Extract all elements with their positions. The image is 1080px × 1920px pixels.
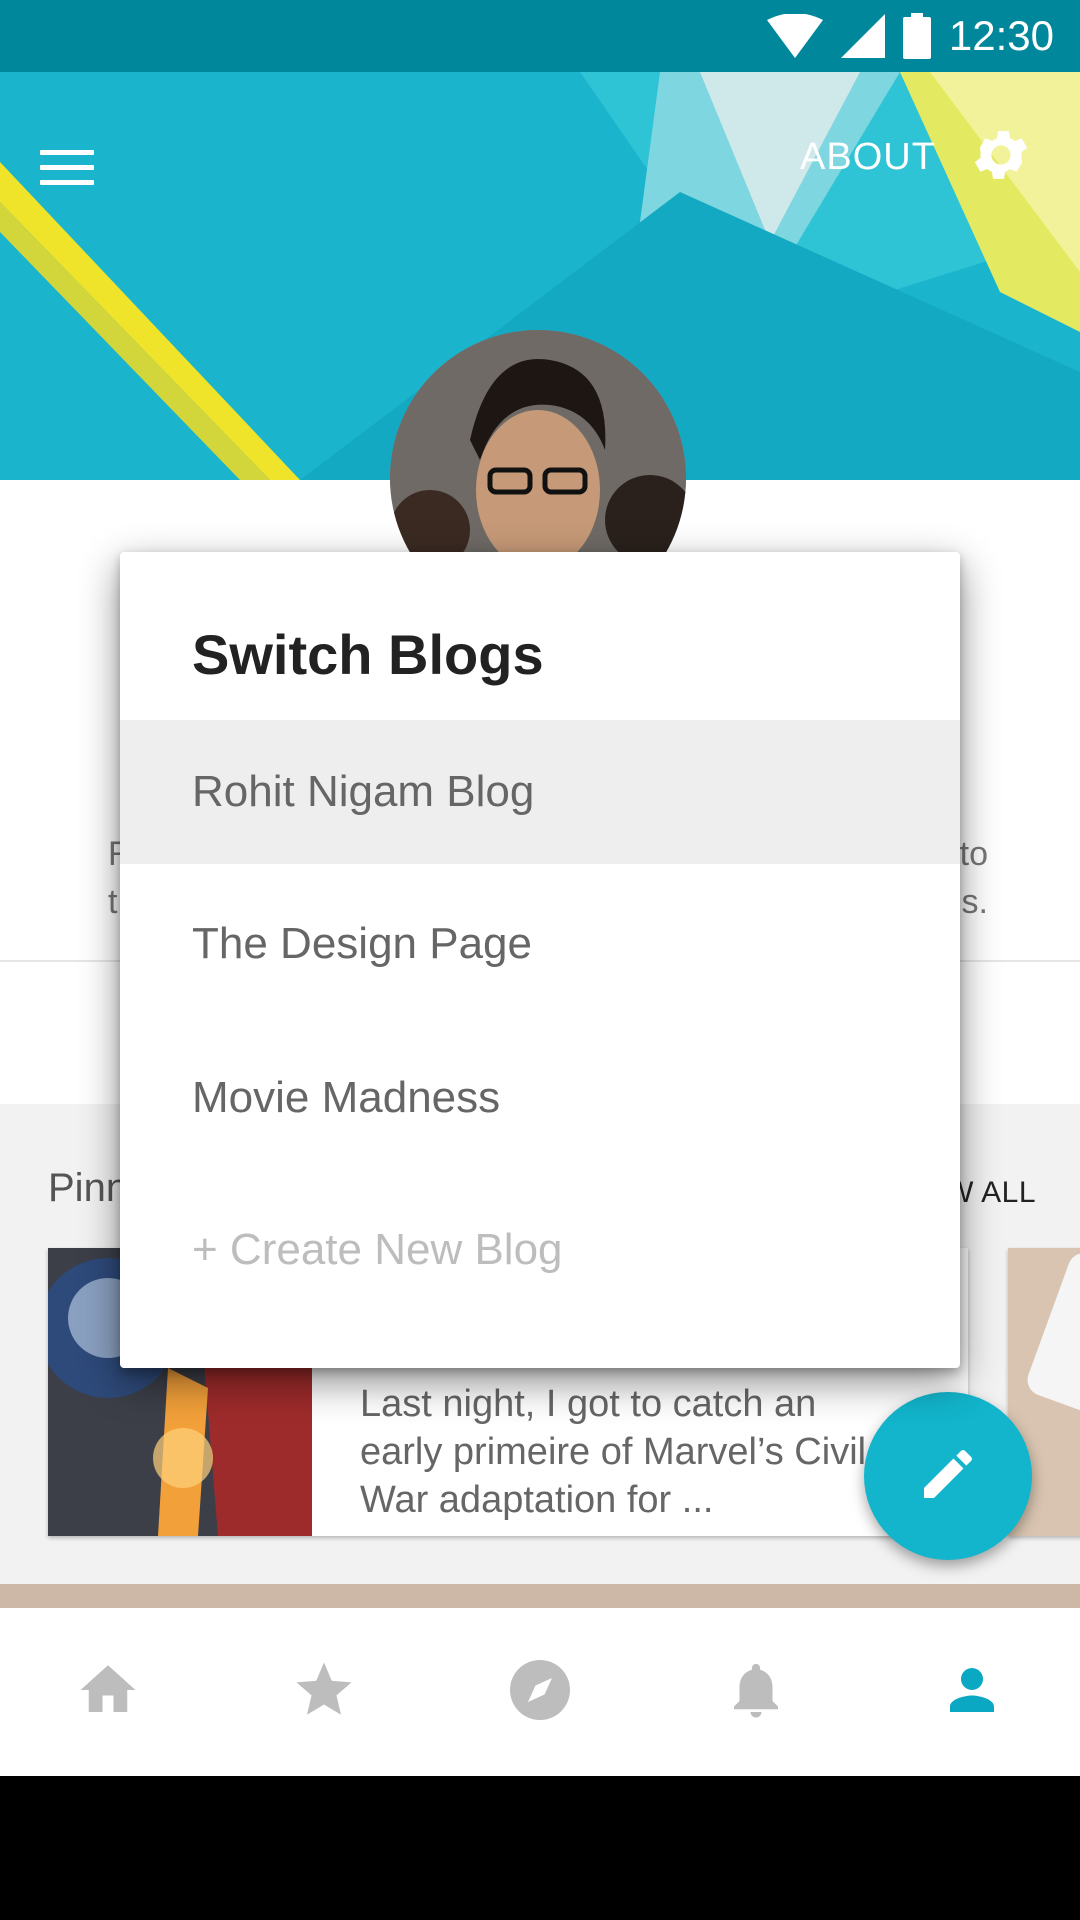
switch-blogs-dialog: Switch Blogs Rohit Nigam Blog The Design… <box>120 552 960 1368</box>
blog-option-rohit-nigam-blog[interactable]: Rohit Nigam Blog <box>120 720 960 864</box>
dialog-title: Switch Blogs <box>192 623 544 686</box>
create-new-blog-button[interactable]: + Create New Blog <box>120 1178 960 1322</box>
blog-option-movie-madness[interactable]: Movie Madness <box>120 1026 960 1170</box>
blog-option-the-design-page[interactable]: The Design Page <box>120 872 960 1016</box>
system-navigation-bar <box>0 1776 1080 1920</box>
